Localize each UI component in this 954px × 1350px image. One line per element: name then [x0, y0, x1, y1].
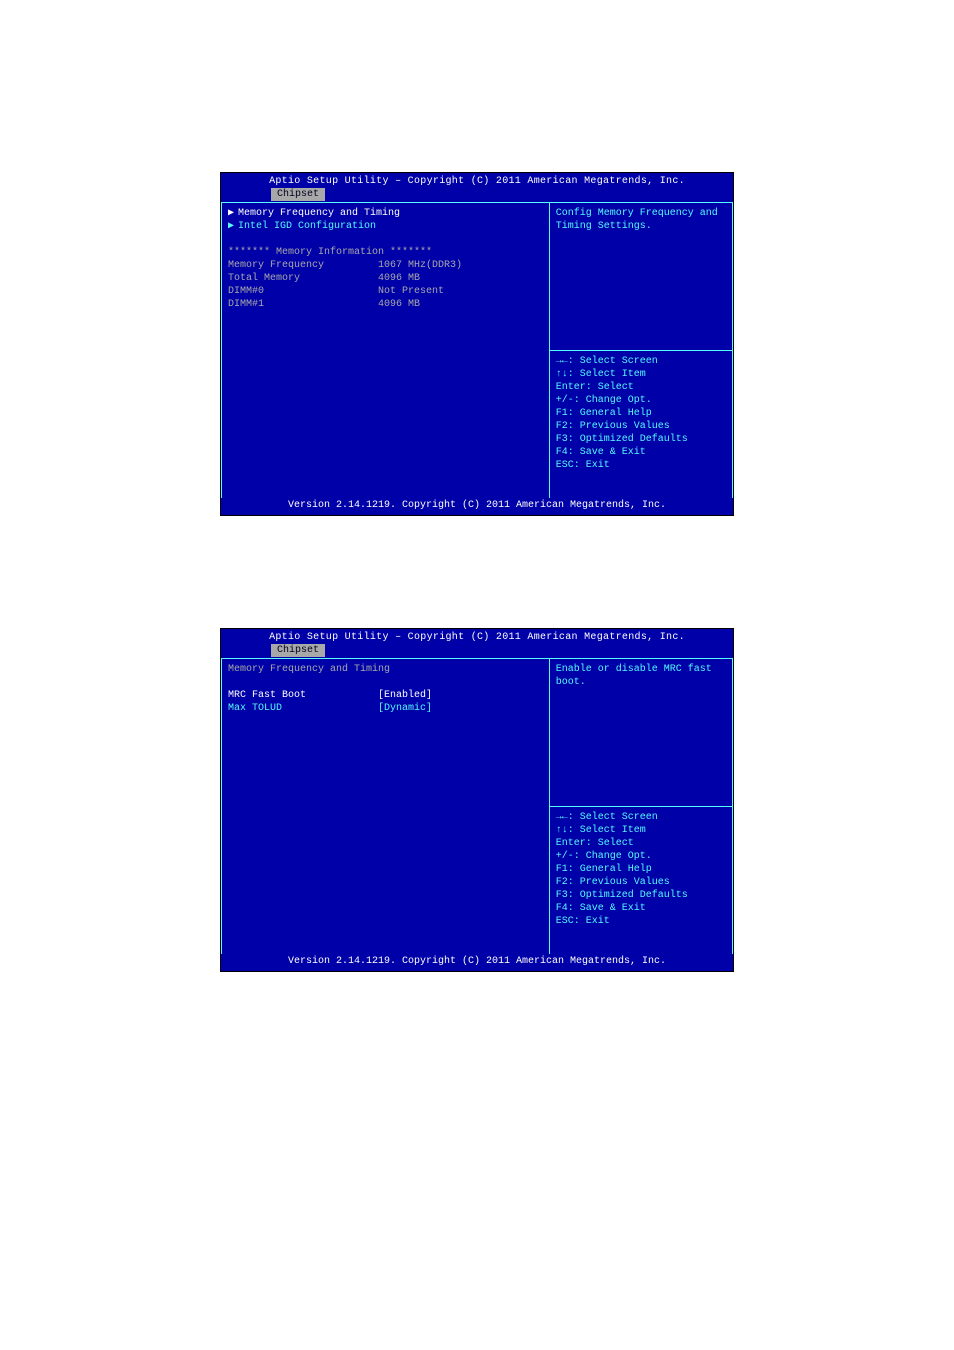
tab-chipset[interactable]: Chipset — [271, 644, 325, 657]
row-memory-frequency: Memory Frequency 1067 MHz(DDR3) — [228, 259, 543, 272]
row-dimm0: DIMM#0 Not Present — [228, 285, 543, 298]
nav-f2: F2: Previous Values — [556, 420, 726, 433]
section-title-label: Memory Frequency and Timing — [228, 664, 390, 675]
menu-item-label: Intel IGD Configuration — [238, 220, 376, 233]
nav-f1: F1: General Help — [556, 863, 726, 876]
section-title: Memory Frequency and Timing — [228, 663, 543, 676]
nav-select-screen: →←: Select Screen — [556, 355, 726, 368]
nav-select-screen: →←: Select Screen — [556, 811, 726, 824]
nav-f2: F2: Previous Values — [556, 876, 726, 889]
footer-bar: Version 2.14.1219. Copyright (C) 2011 Am… — [221, 954, 733, 969]
arrow-right-icon: ▶ — [228, 220, 238, 233]
option-label: Max TOLUD — [228, 702, 378, 715]
nav-enter: Enter: Select — [556, 381, 726, 394]
nav-select-item: ↑↓: Select Item — [556, 368, 726, 381]
help-panel: Enable or disable MRC fast boot. — [550, 659, 732, 807]
info-value: 4096 MB — [378, 272, 543, 285]
option-mrc-fast-boot[interactable]: MRC Fast Boot [Enabled] — [228, 689, 543, 702]
title-bar: Aptio Setup Utility – Copyright (C) 2011… — [221, 629, 733, 644]
left-panel: ▶ Memory Frequency and Timing ▶ Intel IG… — [221, 202, 550, 500]
info-value: Not Present — [378, 285, 543, 298]
nav-change: +/-: Change Opt. — [556, 394, 726, 407]
option-max-tolud[interactable]: Max TOLUD [Dynamic] — [228, 702, 543, 715]
title-bar: Aptio Setup Utility – Copyright (C) 2011… — [221, 173, 733, 188]
row-dimm1: DIMM#1 4096 MB — [228, 298, 543, 311]
nav-help-panel: →←: Select Screen ↑↓: Select Item Enter:… — [550, 351, 732, 499]
footer-bar: Version 2.14.1219. Copyright (C) 2011 Am… — [221, 498, 733, 513]
help-panel: Config Memory Frequency and Timing Setti… — [550, 203, 732, 351]
nav-help-panel: →←: Select Screen ↑↓: Select Item Enter:… — [550, 807, 732, 955]
tab-chipset[interactable]: Chipset — [271, 188, 325, 201]
nav-f1: F1: General Help — [556, 407, 726, 420]
right-panel: Enable or disable MRC fast boot. →←: Sel… — [550, 658, 733, 956]
memory-info-header: ******* Memory Information ******* — [228, 246, 543, 259]
help-text: Config Memory Frequency and Timing Setti… — [556, 208, 718, 232]
info-label: DIMM#1 — [228, 298, 378, 311]
help-text: Enable or disable MRC fast boot. — [556, 664, 712, 688]
right-panel: Config Memory Frequency and Timing Setti… — [550, 202, 733, 500]
bios-screen-memory-timing: Aptio Setup Utility – Copyright (C) 2011… — [220, 628, 734, 972]
section-header-label: ******* Memory Information ******* — [228, 246, 432, 259]
arrow-right-icon: ▶ — [228, 207, 238, 220]
info-label: DIMM#0 — [228, 285, 378, 298]
menu-item-label: Memory Frequency and Timing — [238, 207, 400, 220]
option-value: [Dynamic] — [378, 702, 543, 715]
row-total-memory: Total Memory 4096 MB — [228, 272, 543, 285]
info-label: Total Memory — [228, 272, 378, 285]
info-label: Memory Frequency — [228, 259, 378, 272]
info-value: 4096 MB — [378, 298, 543, 311]
menu-memory-frequency-timing[interactable]: ▶ Memory Frequency and Timing — [228, 207, 543, 220]
nav-select-item: ↑↓: Select Item — [556, 824, 726, 837]
tab-row: Chipset — [221, 188, 733, 202]
nav-f4: F4: Save & Exit — [556, 446, 726, 459]
option-label: MRC Fast Boot — [228, 689, 378, 702]
left-panel: Memory Frequency and Timing MRC Fast Boo… — [221, 658, 550, 956]
nav-esc: ESC: Exit — [556, 915, 726, 928]
nav-change: +/-: Change Opt. — [556, 850, 726, 863]
info-value: 1067 MHz(DDR3) — [378, 259, 543, 272]
nav-f4: F4: Save & Exit — [556, 902, 726, 915]
bios-screen-memory-info: Aptio Setup Utility – Copyright (C) 2011… — [220, 172, 734, 516]
tab-row: Chipset — [221, 644, 733, 658]
nav-esc: ESC: Exit — [556, 459, 726, 472]
menu-intel-igd[interactable]: ▶ Intel IGD Configuration — [228, 220, 543, 233]
nav-f3: F3: Optimized Defaults — [556, 433, 726, 446]
nav-enter: Enter: Select — [556, 837, 726, 850]
nav-f3: F3: Optimized Defaults — [556, 889, 726, 902]
option-value: [Enabled] — [378, 689, 543, 702]
